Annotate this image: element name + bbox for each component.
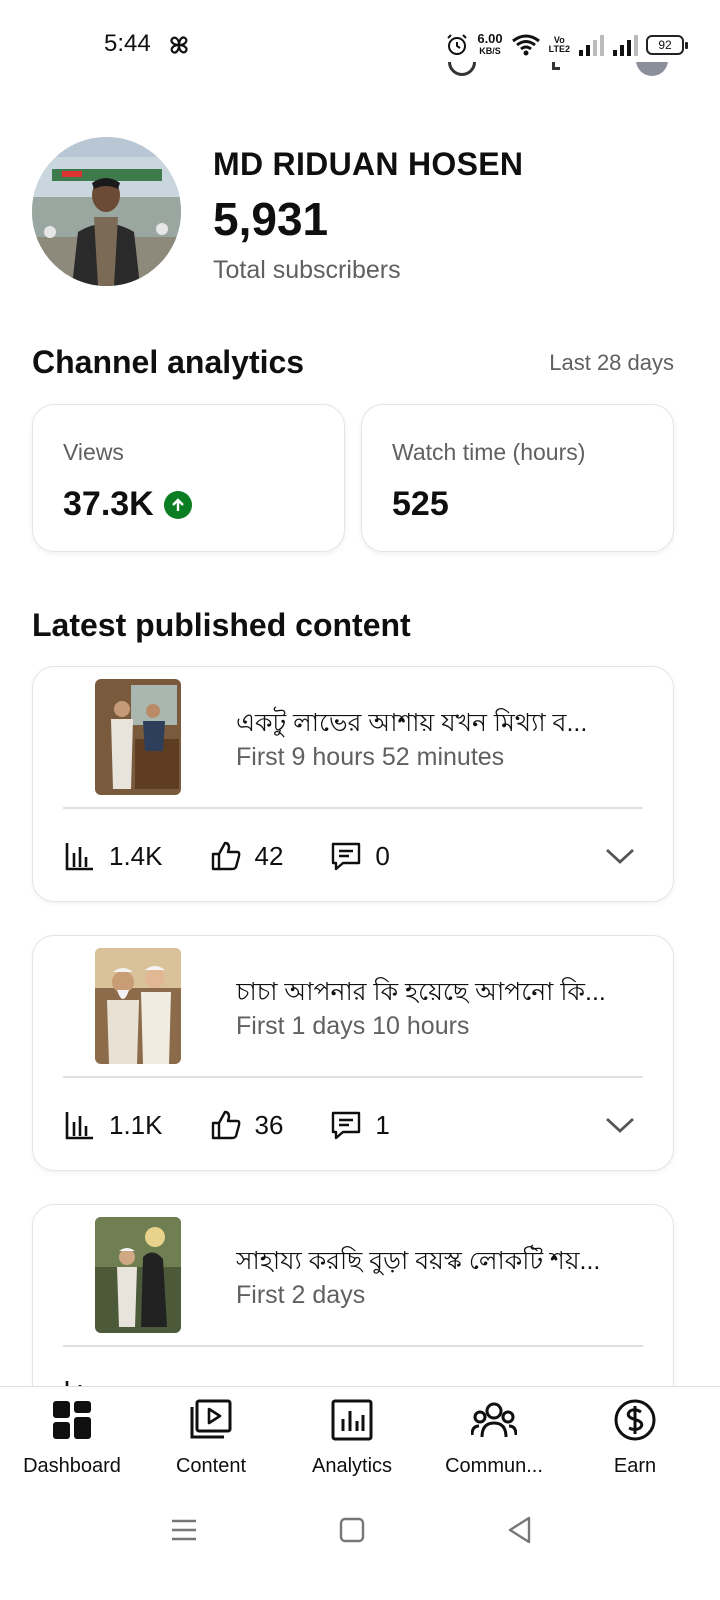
- signal-icon: [579, 35, 604, 56]
- status-bar: 5:44 6.00 KB/S Vo LTE2 92: [0, 0, 720, 90]
- analytics-title: Channel analytics: [32, 344, 305, 380]
- content-card[interactable]: চাচা আপনার কি হয়েছে আপনো কি... First 1 …: [32, 935, 674, 1171]
- dollar-icon: [614, 1399, 656, 1441]
- battery-icon: 92: [646, 35, 688, 55]
- channel-name: MD RIDUAN HOSEN: [213, 146, 524, 182]
- likes-count: 42: [254, 840, 284, 871]
- comment-icon: [332, 842, 361, 871]
- nav-analytics-label: Analytics: [311, 1455, 393, 1477]
- home-icon[interactable]: [332, 1510, 372, 1550]
- account-avatar: [636, 62, 668, 76]
- menu-icon[interactable]: [164, 1510, 204, 1550]
- analytics-icon: [331, 1399, 373, 1441]
- video-thumbnail[interactable]: [95, 679, 181, 795]
- views-metric: 1.4K: [63, 839, 163, 873]
- comments-count: 0: [375, 840, 390, 871]
- bar-chart-icon: [65, 843, 93, 871]
- nav-community[interactable]: Commun...: [424, 1397, 564, 1478]
- views-label: Views: [63, 439, 124, 465]
- comment-icon: [332, 1111, 361, 1140]
- latest-content-title: Latest published content: [32, 607, 411, 643]
- views-metric: 1.1K: [63, 1108, 163, 1142]
- comments-count: 1: [375, 1109, 390, 1140]
- video-timeframe: First 2 days: [236, 1281, 366, 1309]
- video-title[interactable]: সাহায্য করছি বুড়া বয়স্ক লোকটি শয়...: [236, 1241, 648, 1284]
- divider: [63, 1076, 643, 1078]
- likes-metric: 42: [209, 839, 284, 873]
- channel-avatar[interactable]: [32, 137, 181, 286]
- subscriber-count: 5,931: [213, 193, 329, 245]
- scrolled-header-remnant: [0, 62, 720, 76]
- chevron-down-icon[interactable]: [603, 1108, 637, 1142]
- video-title[interactable]: একটু লাভের আশায় যখন মিথ্যা ব...: [236, 703, 648, 746]
- volte-indicator: Vo LTE2: [548, 35, 570, 54]
- alarm-icon: [447, 34, 468, 55]
- trend-up-icon: [163, 490, 192, 519]
- nav-dashboard[interactable]: Dashboard: [2, 1397, 142, 1478]
- dashboard-icon: [53, 1401, 91, 1439]
- watch-time-value-row: 525: [392, 485, 449, 524]
- views-value: 37.3K: [63, 485, 154, 523]
- nav-content-label: Content: [175, 1455, 247, 1477]
- thumbs-up-icon: [211, 841, 240, 871]
- comments-metric: 0: [329, 839, 390, 873]
- comments-metric: 1: [329, 1108, 390, 1142]
- nav-earn[interactable]: Earn: [565, 1397, 705, 1478]
- nav-dashboard-label: Dashboard: [23, 1455, 121, 1477]
- bar-chart-icon: [65, 1112, 93, 1140]
- likes-count: 36: [254, 1109, 284, 1140]
- system-navigation-bar: [0, 1486, 720, 1600]
- likes-metric: 36: [209, 1108, 284, 1142]
- bottom-navigation: Dashboard Content Analytics Commun... Ea…: [0, 1386, 720, 1486]
- nav-content[interactable]: Content: [141, 1397, 281, 1478]
- nav-earn-label: Earn: [613, 1455, 657, 1477]
- analytics-period: Last 28 days: [549, 350, 674, 375]
- content-icon: [190, 1399, 232, 1439]
- signal-icon-2: [613, 35, 638, 56]
- thumbs-up-icon: [211, 1110, 240, 1140]
- views-count: 1.4K: [109, 840, 163, 871]
- watch-time-value: 525: [392, 485, 449, 523]
- video-timeframe: First 1 days 10 hours: [236, 1012, 470, 1040]
- nav-community-label: Commun...: [445, 1455, 543, 1477]
- wifi-icon: [511, 34, 540, 56]
- views-value-row: 37.3K: [63, 485, 192, 524]
- video-thumbnail[interactable]: [95, 1217, 181, 1333]
- views-card[interactable]: Views 37.3K: [32, 404, 345, 552]
- video-timeframe: First 9 hours 52 minutes: [236, 743, 505, 771]
- chevron-down-icon[interactable]: [603, 839, 637, 873]
- video-metrics: 1.4K 42 0: [63, 839, 436, 873]
- video-thumbnail[interactable]: [95, 948, 181, 1064]
- views-count: 1.1K: [109, 1109, 163, 1140]
- network-speed: 6.00 KB/S: [477, 31, 503, 56]
- back-icon[interactable]: [500, 1510, 540, 1550]
- watch-time-label: Watch time (hours): [392, 439, 586, 465]
- content-card[interactable]: একটু লাভের আশায় যখন মিথ্যা ব... First 9…: [32, 666, 674, 902]
- status-time: 5:44: [104, 30, 151, 57]
- subscriber-label: Total subscribers: [213, 256, 401, 284]
- status-indicators: 6.00 KB/S Vo LTE2 92: [445, 28, 688, 62]
- divider: [63, 807, 643, 809]
- notification-icon: [448, 62, 476, 76]
- video-title[interactable]: চাচা আপনার কি হয়েছে আপনো কি...: [236, 972, 648, 1015]
- community-icon: [471, 1402, 517, 1438]
- video-metrics: 1.1K 36 1: [63, 1108, 436, 1142]
- divider: [63, 1345, 643, 1347]
- watch-time-card[interactable]: Watch time (hours) 525: [361, 404, 674, 552]
- pinwheel-icon: [170, 36, 188, 54]
- search-icon: [552, 62, 560, 70]
- nav-analytics[interactable]: Analytics: [282, 1397, 422, 1478]
